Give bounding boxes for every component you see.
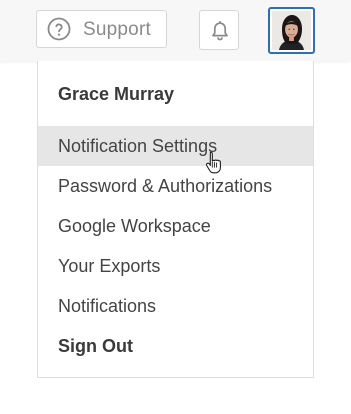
notifications-button[interactable]	[199, 10, 239, 50]
account-menu: Grace Murray Notification Settings Passw…	[37, 61, 314, 378]
support-label: Support	[83, 19, 151, 40]
menu-item-sign-out[interactable]: Sign Out	[38, 326, 313, 366]
top-toolbar: Support	[0, 0, 351, 61]
menu-item-notification-settings[interactable]: Notification Settings	[38, 126, 313, 166]
menu-item-your-exports[interactable]: Your Exports	[38, 246, 313, 286]
avatar	[272, 11, 311, 50]
bell-icon	[212, 20, 228, 41]
menu-item-password-authorizations[interactable]: Password & Authorizations	[38, 166, 313, 206]
account-dropdown-screen: Support Grace Murray Notification Settin…	[0, 0, 351, 414]
menu-item-google-workspace[interactable]: Google Workspace	[38, 206, 313, 246]
user-name: Grace Murray	[58, 84, 175, 104]
support-button[interactable]: Support	[36, 10, 167, 48]
question-circle-icon	[47, 17, 71, 41]
menu-item-notifications[interactable]: Notifications	[38, 286, 313, 326]
user-avatar-button[interactable]	[268, 7, 315, 54]
